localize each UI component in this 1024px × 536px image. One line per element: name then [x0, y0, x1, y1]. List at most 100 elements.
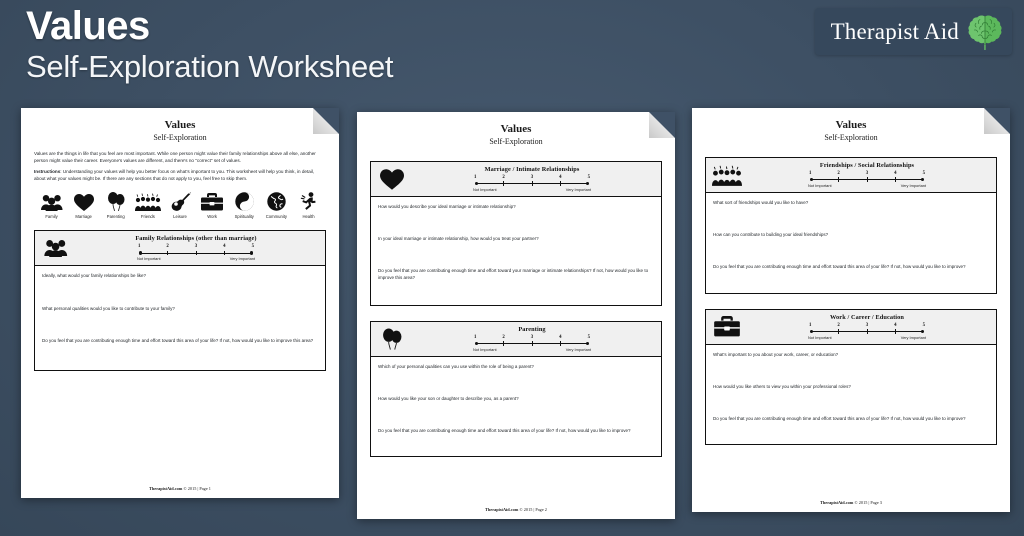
- section-work-career[interactable]: Work / Career / Education 1 2 3 4 5 Not …: [705, 308, 997, 446]
- therapist-aid-logo[interactable]: Therapist Aid: [814, 8, 1012, 55]
- question-block[interactable]: What personal qualities would you like t…: [35, 280, 325, 312]
- section-header: Marriage / Intimate Relationships 1 2 3 …: [371, 162, 661, 197]
- page-footer: TherapistAid.com © 2015 | Page 2: [357, 507, 675, 512]
- balloons-icon: [107, 192, 125, 212]
- worksheet-page-1[interactable]: Values Self-Exploration Values are the t…: [21, 108, 339, 498]
- question-block[interactable]: Do you feel that you are contributing en…: [35, 312, 325, 370]
- scale-low-label: Not Important: [137, 256, 161, 262]
- worksheet-title: Values: [500, 123, 532, 135]
- scale-end-labels: Not Important Very Important: [808, 183, 926, 188]
- question-text: Do you feel that you are contributing en…: [42, 337, 314, 343]
- section-parenting[interactable]: Parenting 1 2 3 4 5 Not Important Very I…: [370, 320, 662, 458]
- value-icon-friends: Friends: [132, 193, 163, 219]
- value-icon-label: Leisure: [173, 214, 187, 220]
- worksheet-subtitle: Self-Exploration: [824, 133, 878, 142]
- page-subtitle: Self-Exploration Worksheet: [26, 49, 394, 84]
- question-block[interactable]: Ideally, what would your family relation…: [35, 266, 325, 279]
- heart-icon: [73, 194, 94, 212]
- instructions-label: Instructions: [34, 169, 61, 175]
- page-title: Values: [26, 4, 150, 48]
- value-icon-parenting: Parenting: [100, 192, 131, 219]
- question-block[interactable]: Which of your personal qualities can you…: [371, 357, 661, 370]
- worksheet-title: Values: [164, 119, 196, 131]
- scale-high-label: Very Important: [900, 183, 926, 188]
- footer-site: TherapistAid.com: [149, 486, 183, 491]
- logo-text: Therapist Aid: [830, 18, 959, 44]
- section-header: Work / Career / Education 1 2 3 4 5 Not …: [706, 309, 996, 345]
- scale-low-label: Not Important: [808, 183, 832, 188]
- page-footer: TherapistAid.com © 2015 | Page 1: [21, 486, 339, 491]
- section-title: Work / Career / Education: [830, 313, 904, 321]
- value-icon-community: Community: [261, 192, 292, 219]
- intro-paragraph-1: Values are the things in life that you f…: [34, 151, 316, 163]
- question-text: Do you feel that you are contributing en…: [378, 268, 649, 280]
- section-family-relationships[interactable]: Family Relationships (other than marriag…: [34, 230, 326, 371]
- scale-axis: [473, 181, 591, 187]
- worksheet-page-3[interactable]: Values Self-Exploration Friendships / So…: [692, 108, 1010, 512]
- question-block[interactable]: How would you describe your ideal marria…: [371, 197, 661, 210]
- family-group-icon: [39, 239, 73, 258]
- section-friendships[interactable]: Friendships / Social Relationships 1 2 3…: [705, 157, 997, 294]
- footer-site: TherapistAid.com: [820, 500, 854, 505]
- question-text: Do you feel that you are contributing en…: [713, 416, 966, 422]
- intro-instructions: Instructions: Understanding your values …: [34, 169, 326, 182]
- value-icon-label: Marriage: [75, 214, 92, 220]
- guitar-icon: [169, 192, 191, 212]
- scale-high-label: Very Important: [229, 256, 255, 262]
- crowd-icon: [134, 193, 161, 212]
- section-title: Marriage / Intimate Relationships: [484, 166, 580, 173]
- question-block[interactable]: In your ideal marriage or intimate relat…: [371, 210, 661, 242]
- question-block[interactable]: Do you feel that you are contributing en…: [706, 390, 996, 444]
- runner-icon: [299, 192, 318, 211]
- briefcase-icon: [710, 316, 744, 337]
- worksheet-page-2[interactable]: Values Self-Exploration Marriage / Intim…: [357, 112, 675, 519]
- scale-high-label: Very Important: [565, 187, 591, 192]
- footer-rest: © 2015 | Page 3: [853, 500, 882, 505]
- page-footer: TherapistAid.com © 2015 | Page 3: [692, 500, 1010, 505]
- section-header: Parenting 1 2 3 4 5 Not Important Very I…: [371, 321, 661, 357]
- value-icon-label: Community: [265, 214, 287, 220]
- scale-low-label: Not Important: [473, 187, 497, 192]
- value-icon-label: Parenting: [106, 214, 125, 220]
- question-block[interactable]: How would you like others to view you wi…: [706, 358, 996, 390]
- question-text: Do you feel that you are contributing en…: [713, 264, 966, 270]
- question-block[interactable]: How can you contribute to building your …: [706, 206, 996, 238]
- scale-end-labels: Not Important Very Important: [473, 347, 591, 352]
- question-block[interactable]: Do you feel that you are contributing en…: [371, 242, 661, 304]
- scale-axis: [473, 341, 591, 347]
- scale-low-label: Not Important: [808, 334, 832, 340]
- scale-high-label: Very Important: [565, 346, 591, 352]
- crowd-icon: [710, 165, 744, 186]
- importance-scale[interactable]: 1 2 3 4 5 Not Important Very Important: [808, 171, 926, 188]
- section-marriage[interactable]: Marriage / Intimate Relationships 1 2 3 …: [370, 161, 662, 306]
- question-block[interactable]: What sort of friendships would you like …: [706, 193, 996, 206]
- section-header: Family Relationships (other than marriag…: [35, 231, 325, 267]
- footer-site: TherapistAid.com: [485, 507, 519, 512]
- importance-scale[interactable]: 1 2 3 4 5 Not Important Very Important: [137, 244, 255, 261]
- value-icon-label: Family: [45, 214, 58, 220]
- yin-yang-icon: [235, 192, 254, 212]
- importance-scale[interactable]: 1 2 3 4 5 Not Important Very Important: [808, 323, 926, 340]
- value-icon-label: Spirituality: [234, 214, 254, 220]
- value-icon-work: Work: [197, 193, 228, 219]
- question-block[interactable]: Do you feel that you are contributing en…: [371, 402, 661, 456]
- question-block[interactable]: Do you feel that you are contributing en…: [706, 238, 996, 292]
- question-block[interactable]: What's important to you about your work,…: [706, 345, 996, 358]
- footer-rest: © 2015 | Page 1: [182, 486, 211, 491]
- value-icon-leisure: Leisure: [165, 192, 196, 219]
- brain-icon: [968, 14, 1002, 50]
- importance-scale[interactable]: 1 2 3 4 5 Not Important Very Important: [473, 175, 591, 192]
- footer-rest: © 2015 | Page 2: [518, 507, 547, 512]
- section-title: Family Relationships (other than marriag…: [135, 235, 257, 243]
- scale-axis: [137, 250, 255, 256]
- briefcase-icon: [201, 193, 224, 211]
- section-title: Friendships / Social Relationships: [819, 162, 915, 169]
- importance-scale[interactable]: 1 2 3 4 5 Not Important Very Important: [473, 335, 591, 352]
- value-icon-health: Health: [293, 192, 324, 219]
- value-icon-label: Health: [302, 214, 315, 220]
- question-block[interactable]: How would you like your son or daughter …: [371, 370, 661, 402]
- value-icon-spirituality: Spirituality: [229, 192, 260, 219]
- globe-icon: [267, 192, 286, 212]
- scale-high-label: Very Important: [900, 334, 926, 340]
- value-icon-strip: Family Marriage Parenting Friends Leisur…: [36, 192, 324, 219]
